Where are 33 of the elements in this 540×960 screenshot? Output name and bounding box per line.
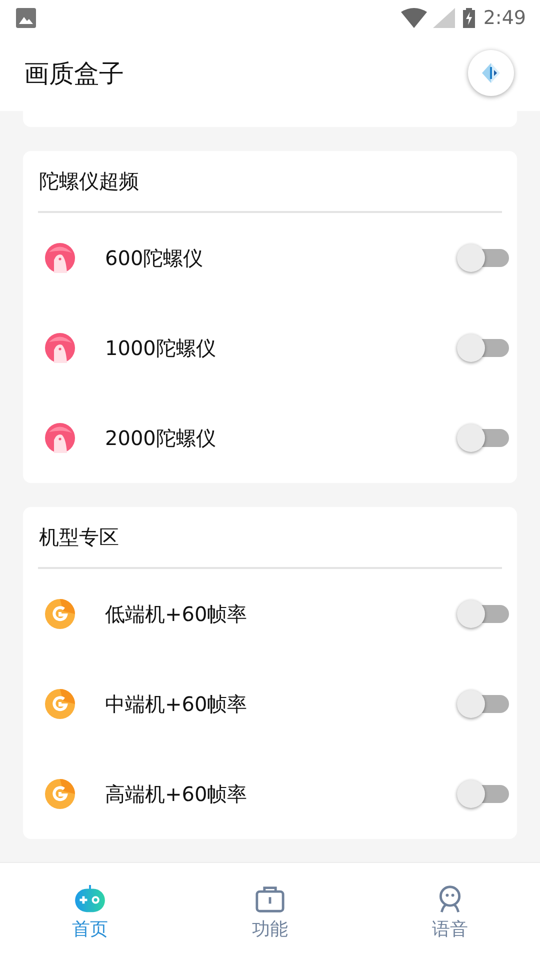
toggle-switch[interactable] xyxy=(457,246,509,270)
nav-tab[interactable]: 首页 xyxy=(0,885,180,941)
option-label: 600陀螺仪 xyxy=(105,244,204,272)
option-label: 中端机+60帧率 xyxy=(105,690,248,718)
nav-tab[interactable]: 语音 xyxy=(360,885,540,941)
option-label: 1000陀螺仪 xyxy=(105,334,217,362)
toggle-switch[interactable] xyxy=(457,782,509,806)
toggle-switch[interactable] xyxy=(457,426,509,450)
nav-tab[interactable]: 功能 xyxy=(180,885,360,941)
wifi-icon xyxy=(401,8,428,28)
toggle-switch[interactable] xyxy=(457,336,509,360)
bird-icon xyxy=(45,333,75,363)
g-logo-icon xyxy=(45,779,75,809)
bird-icon xyxy=(45,423,75,453)
signal-icon xyxy=(433,8,456,28)
option-label: 高端机+60帧率 xyxy=(105,780,248,808)
bird-icon xyxy=(45,243,75,273)
status-time: 2:49 xyxy=(483,7,526,29)
section-title: 陀螺仪超频 xyxy=(39,168,139,194)
g-logo-icon xyxy=(45,599,75,629)
image-icon xyxy=(16,8,36,28)
briefcase-icon xyxy=(254,885,286,913)
diamond-icon xyxy=(482,62,500,82)
g-logo-icon xyxy=(45,689,75,719)
option-label: 低端机+60帧率 xyxy=(105,600,248,628)
app-title: 画质盒子 xyxy=(24,58,124,90)
option-label: 2000陀螺仪 xyxy=(105,424,217,452)
toggle-switch[interactable] xyxy=(457,692,509,716)
toggle-switch[interactable] xyxy=(457,602,509,626)
gamepad-icon xyxy=(73,885,107,913)
battery-icon xyxy=(463,8,476,28)
section-title: 机型专区 xyxy=(39,524,119,550)
float-button[interactable] xyxy=(468,50,514,96)
